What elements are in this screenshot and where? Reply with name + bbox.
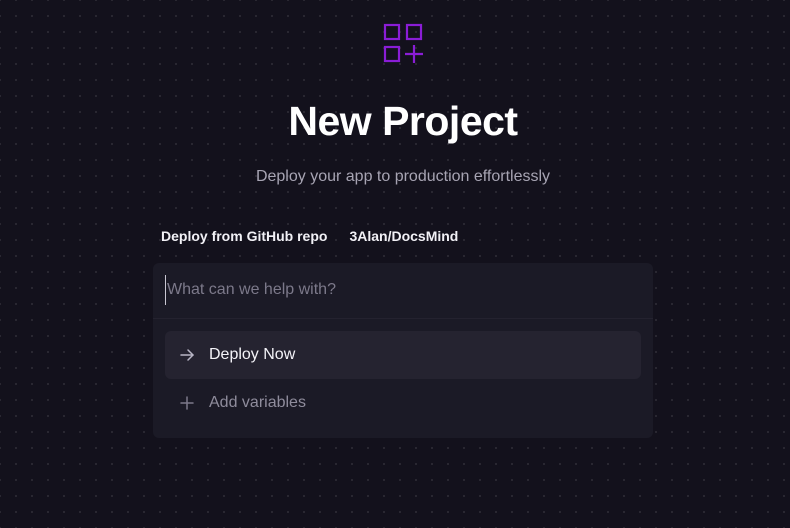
deploy-now-label: Deploy Now: [209, 346, 296, 363]
page-title: New Project: [288, 98, 518, 144]
deploy-source-label: Deploy from GitHub repo: [161, 228, 328, 244]
add-variables-button[interactable]: Add variables: [165, 379, 641, 427]
card-divider: [153, 318, 653, 319]
arrow-right-icon: [180, 349, 194, 361]
repo-name-link[interactable]: 3Alan/DocsMind: [349, 228, 458, 244]
deploy-source: Deploy from GitHub repo 3Alan/DocsMind: [161, 228, 458, 244]
prompt-input[interactable]: [165, 275, 643, 305]
add-variables-label: Add variables: [209, 394, 306, 411]
grid-plus-icon: [383, 23, 423, 63]
deploy-now-button[interactable]: Deploy Now: [165, 331, 641, 379]
deploy-card: Deploy Now Add variables: [153, 263, 653, 438]
page-subtitle: Deploy your app to production effortless…: [255, 168, 551, 185]
plus-icon: [180, 396, 194, 410]
